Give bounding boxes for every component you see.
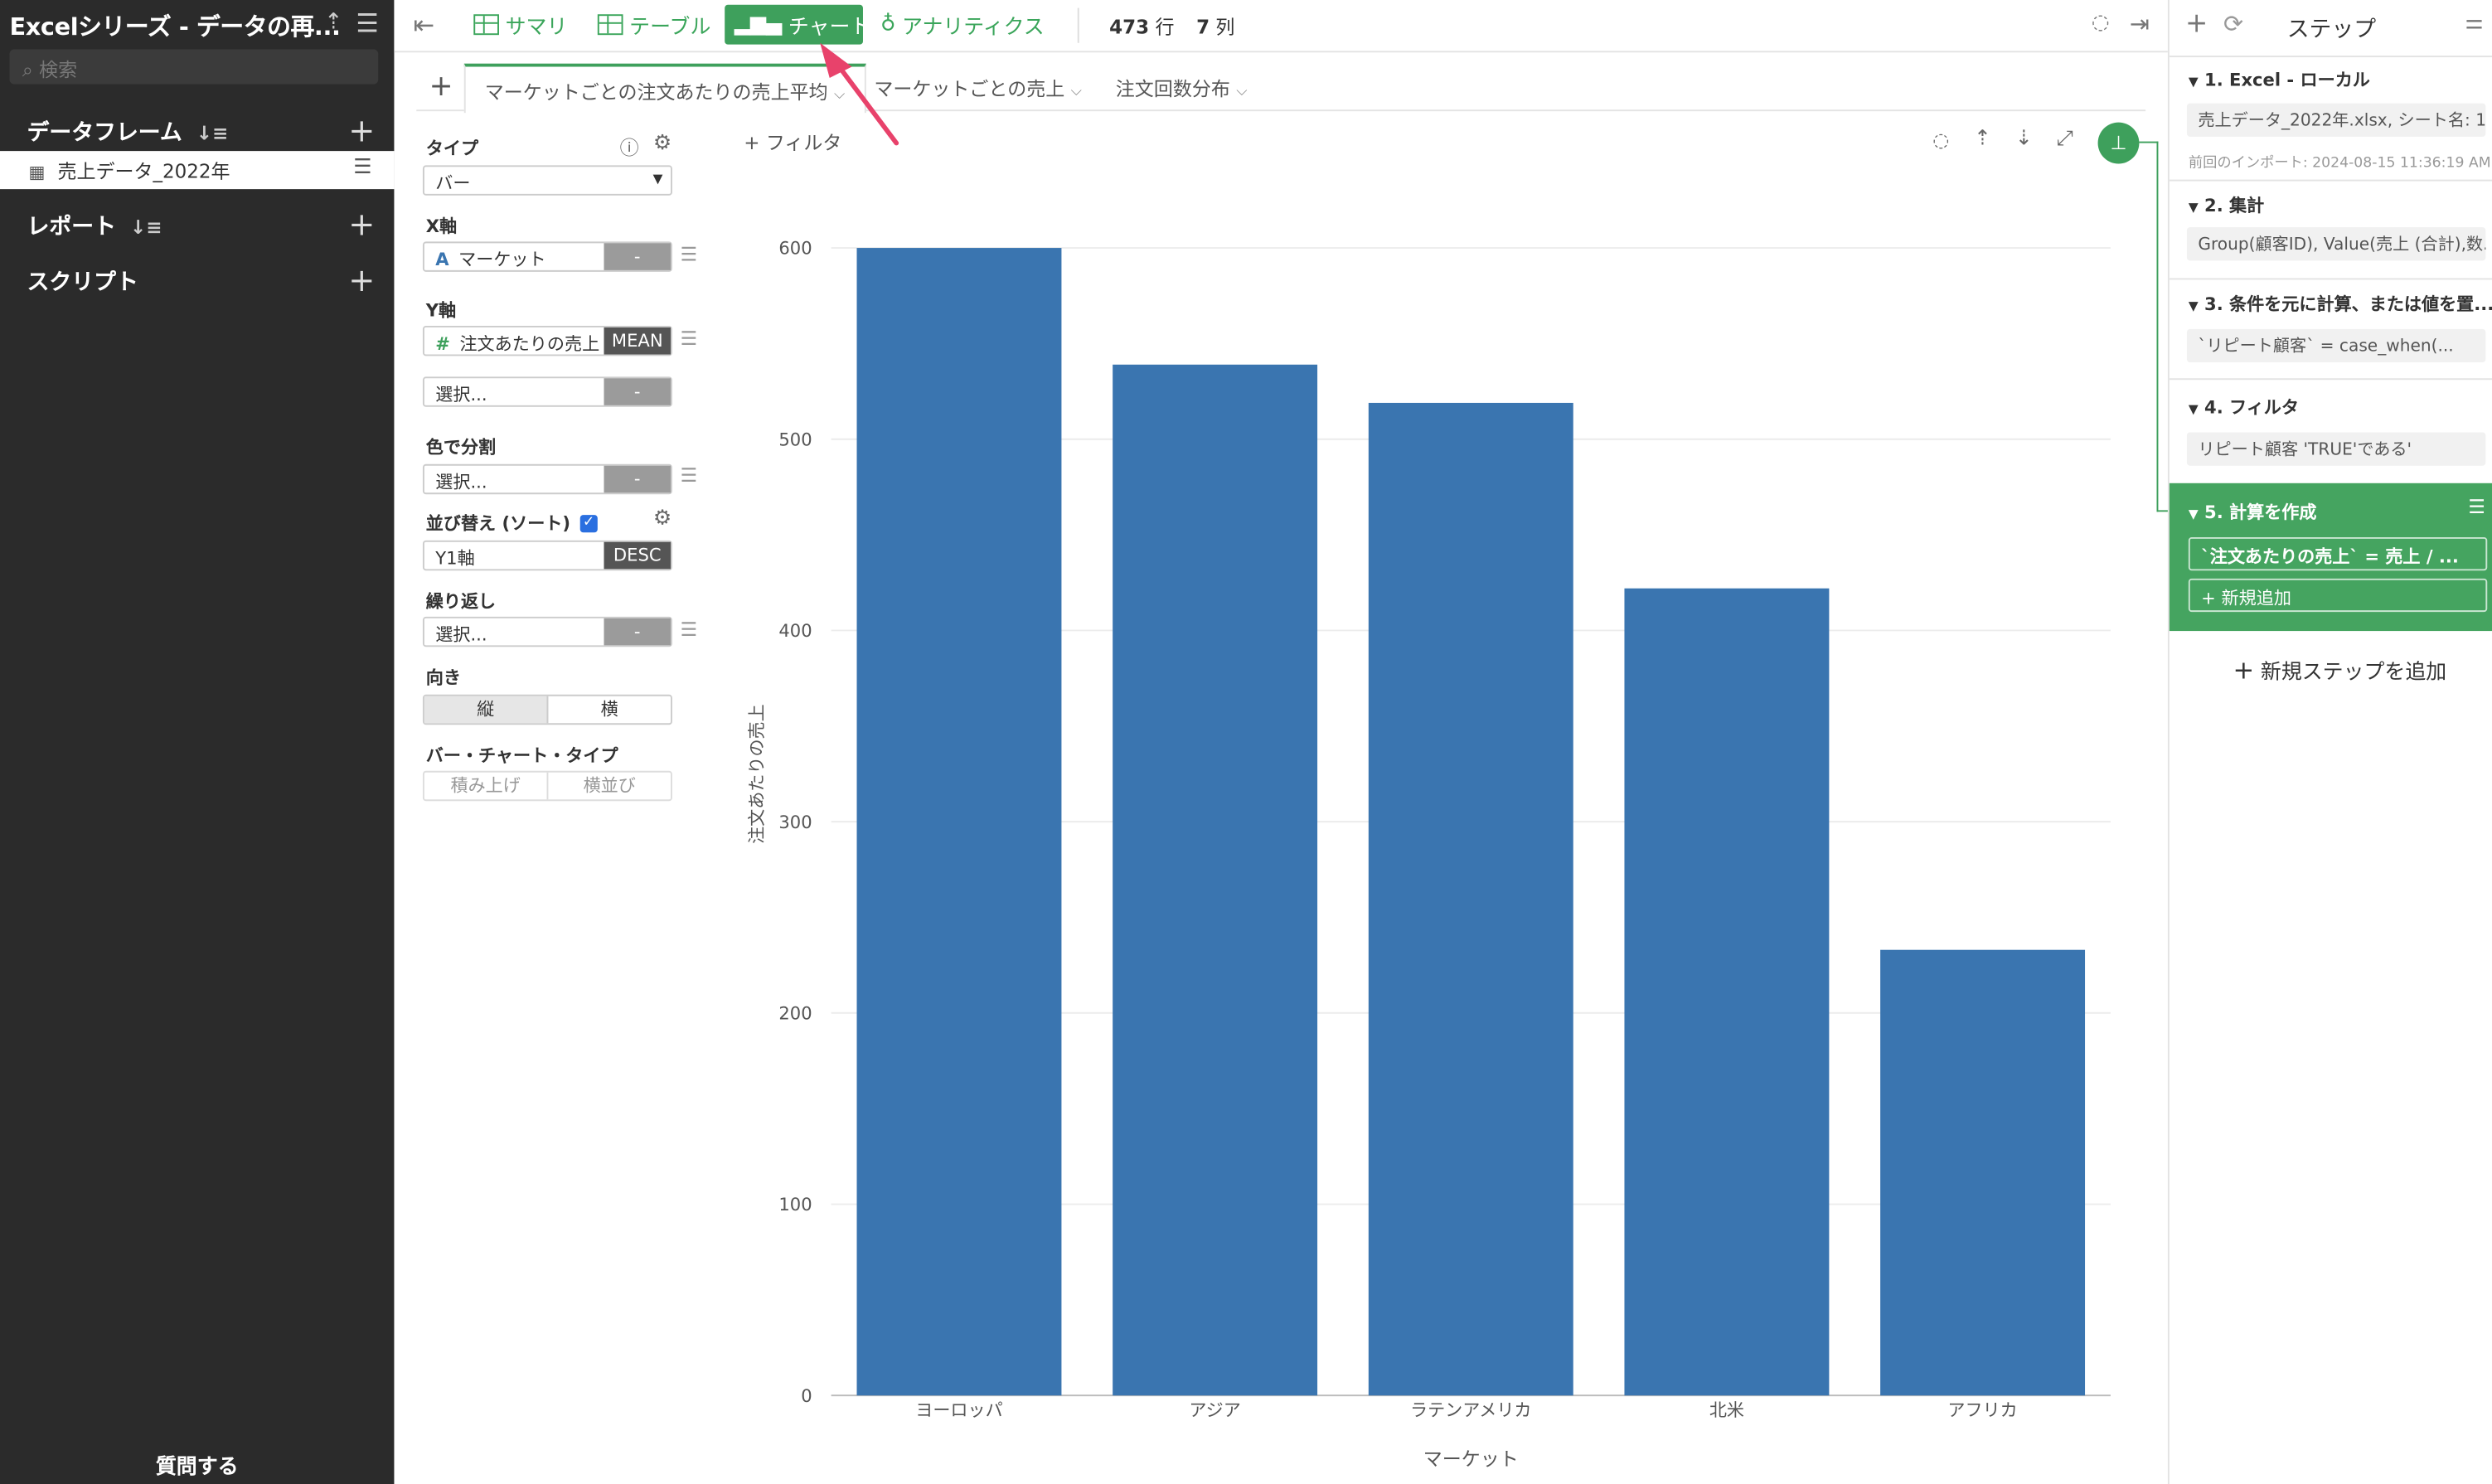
annotation-arrow-line — [836, 64, 899, 146]
annotation-arrow-head — [820, 42, 852, 78]
annotation-arrow — [820, 42, 899, 146]
